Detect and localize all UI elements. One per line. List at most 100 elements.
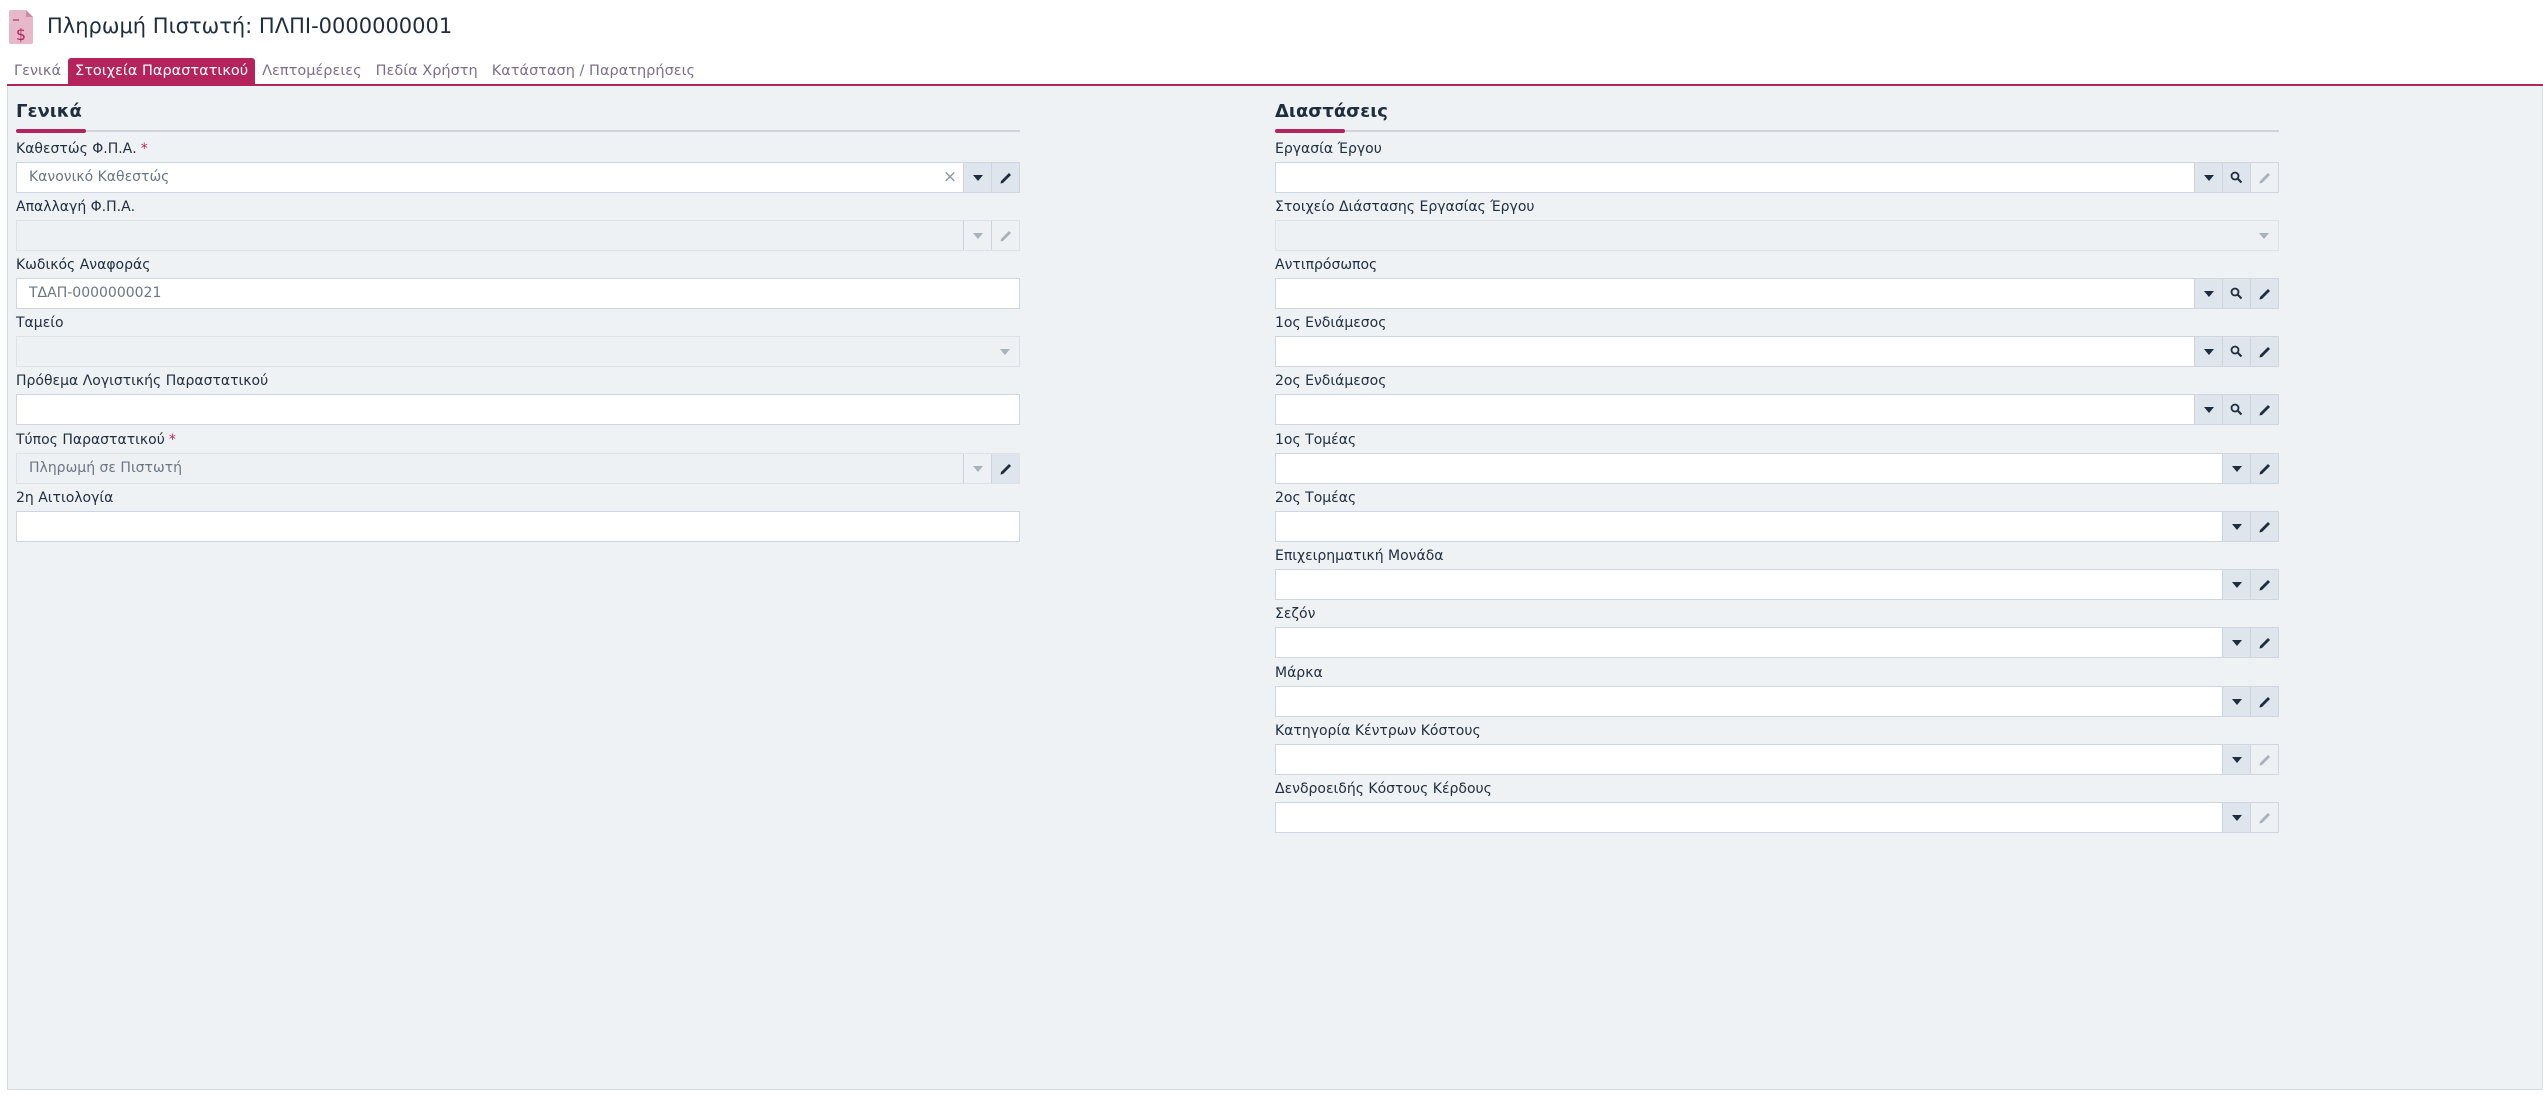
dropdown-button[interactable] [2222, 803, 2250, 832]
field-label: Επιχειρηματική Μονάδα [1275, 548, 1444, 564]
svg-text:$: $ [16, 25, 26, 44]
search-icon [2230, 171, 2243, 184]
second-intermediary-select[interactable] [1275, 394, 2279, 425]
field-value [1276, 512, 2222, 541]
accounting-prefix-input[interactable] [16, 394, 1020, 425]
edit-button[interactable] [2250, 570, 2278, 599]
caret-down-icon [2231, 756, 2242, 763]
edit-button[interactable] [2250, 803, 2278, 832]
season-select[interactable] [1275, 627, 2279, 658]
cost-profit-tree-field: Δενδροειδής Κόστους Κέρδους [1275, 780, 2279, 836]
pencil-icon [2259, 288, 2270, 299]
second-sector-field: 2ος Τομέας [1275, 489, 2279, 545]
edit-button[interactable] [2250, 454, 2278, 483]
cost-profit-tree-select[interactable] [1275, 802, 2279, 833]
field-value [1276, 570, 2222, 599]
caret-down-icon [972, 174, 983, 181]
edit-button[interactable] [991, 163, 1019, 192]
field-label: Κωδικός Αναφοράς [16, 257, 151, 273]
field-label: 2ος Τομέας [1275, 490, 1357, 506]
dropdown-button[interactable] [2222, 745, 2250, 774]
first-sector-select[interactable] [1275, 453, 2279, 484]
edit-button[interactable] [2250, 687, 2278, 716]
agent-select[interactable] [1275, 278, 2279, 309]
cost-center-category-select[interactable] [1275, 744, 2279, 775]
dropdown-button[interactable] [2222, 512, 2250, 541]
caret-down-icon [2231, 465, 2242, 472]
caret-down-icon [2231, 698, 2242, 705]
general-section: Γενικά Καθεστώς Φ.Π.Α. * Κανονικό Καθεστώ… [16, 100, 1020, 542]
first-intermediary-select[interactable] [1275, 336, 2279, 367]
dropdown-button[interactable] [2194, 337, 2222, 366]
dropdown-button[interactable] [2194, 279, 2222, 308]
dropdown-button[interactable] [963, 454, 991, 483]
clear-icon[interactable]: × [937, 163, 963, 192]
caret-down-icon [2203, 174, 2214, 181]
search-button[interactable] [2222, 279, 2250, 308]
tab-user-fields[interactable]: Πεδία Χρήστη [369, 58, 485, 85]
dropdown-button[interactable] [2222, 687, 2250, 716]
tab-status-notes[interactable]: Κατάσταση / Παρατηρήσεις [485, 58, 702, 85]
field-label: 2ος Ενδιάμεσος [1275, 373, 1387, 389]
second-justification-input[interactable] [16, 511, 1020, 542]
dimensions-section: Διαστάσεις Εργασία Έργου Στοιχείο Διάστα… [1275, 100, 2279, 833]
business-unit-select[interactable] [1275, 569, 2279, 600]
field-label: Ταμείο [16, 315, 64, 331]
edit-button[interactable] [2250, 337, 2278, 366]
edit-button[interactable] [2250, 512, 2278, 541]
required-marker: * [168, 432, 176, 448]
search-button[interactable] [2222, 163, 2250, 192]
tab-details[interactable]: Λεπτομέρειες [255, 58, 368, 85]
second-intermediary-field: 2ος Ενδιάμεσος [1275, 372, 2279, 428]
tab-document-details[interactable]: Στοιχεία Παραστατικού [68, 58, 256, 85]
pencil-icon [2259, 754, 2270, 765]
pencil-icon [2259, 463, 2270, 474]
reference-code-field: Κωδικός Αναφοράς ΤΔΑΠ-0000000021 [16, 256, 1020, 312]
search-button[interactable] [2222, 337, 2250, 366]
vat-exemption-select[interactable] [16, 220, 1020, 251]
field-value [1276, 221, 2250, 250]
edit-button[interactable] [2250, 628, 2278, 657]
brand-select[interactable] [1275, 686, 2279, 717]
edit-button[interactable] [2250, 395, 2278, 424]
field-label: Δενδροειδής Κόστους Κέρδους [1275, 781, 1492, 797]
second-sector-select[interactable] [1275, 511, 2279, 542]
dropdown-button[interactable] [2222, 454, 2250, 483]
search-button[interactable] [2222, 395, 2250, 424]
caret-down-icon [2231, 814, 2242, 821]
dropdown-button[interactable] [2222, 570, 2250, 599]
pencil-icon [2259, 172, 2270, 183]
project-task-field: Εργασία Έργου [1275, 140, 2279, 196]
section-divider [1275, 129, 2279, 133]
edit-button[interactable] [991, 221, 1019, 250]
pencil-icon [1000, 230, 1011, 241]
document-type-select[interactable]: Πληρωμή σε Πιστωτή [16, 453, 1020, 484]
dropdown-button[interactable] [2194, 163, 2222, 192]
project-task-select[interactable] [1275, 162, 2279, 193]
dropdown-button[interactable] [991, 337, 1019, 366]
dropdown-button[interactable] [2222, 628, 2250, 657]
edit-button[interactable] [991, 454, 1019, 483]
dropdown-button[interactable] [963, 221, 991, 250]
edit-button[interactable] [2250, 279, 2278, 308]
field-value [1276, 803, 2222, 832]
field-label: Καθεστώς Φ.Π.Α. [16, 141, 137, 157]
project-task-dimension-field: Στοιχείο Διάστασης Εργασίας Έργου [1275, 198, 2279, 254]
required-marker: * [140, 141, 148, 157]
first-sector-field: 1ος Τομέας [1275, 431, 2279, 487]
dropdown-button[interactable] [2194, 395, 2222, 424]
vat-status-select[interactable]: Κανονικό Καθεστώς × [16, 162, 1020, 193]
business-unit-field: Επιχειρηματική Μονάδα [1275, 547, 2279, 603]
reference-code-input[interactable]: ΤΔΑΠ-0000000021 [16, 278, 1020, 309]
edit-button[interactable] [2250, 163, 2278, 192]
search-icon [2230, 345, 2243, 358]
edit-button[interactable] [2250, 745, 2278, 774]
dropdown-button[interactable] [2250, 221, 2278, 250]
document-dollar-icon: $ [7, 9, 35, 45]
pencil-icon [2259, 579, 2270, 590]
project-task-dimension-select[interactable] [1275, 220, 2279, 251]
dropdown-button[interactable] [963, 163, 991, 192]
cash-register-select[interactable] [16, 336, 1020, 367]
tab-general[interactable]: Γενικά [7, 58, 68, 85]
field-value [1276, 454, 2222, 483]
